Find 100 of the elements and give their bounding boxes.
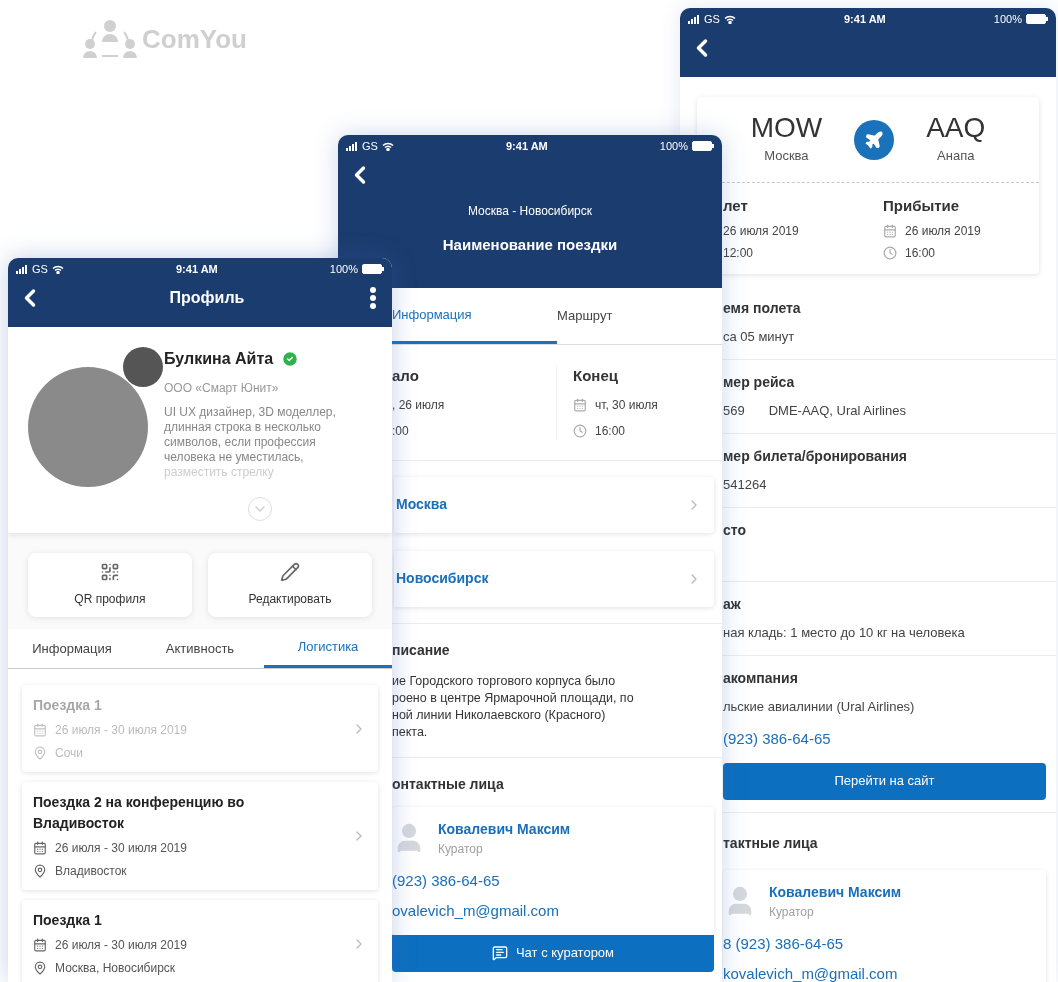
location-pin-icon — [33, 961, 47, 975]
section-value: DME-AAQ, Ural Airlines — [768, 401, 906, 420]
contact-name-link[interactable]: Ковалевич Максим — [438, 818, 571, 840]
battery-icon — [692, 141, 714, 151]
section-title: писание — [392, 640, 451, 660]
wifi-icon — [723, 14, 736, 24]
email-link[interactable]: kovalevich_m@gmail.com — [723, 963, 1046, 982]
people-logo-icon — [82, 18, 138, 60]
tab[interactable]: Маршрут — [557, 288, 722, 344]
screen-title: Наименование поездки — [441, 235, 619, 255]
wifi-icon — [51, 264, 64, 274]
battery-icon — [362, 264, 384, 274]
calendar-icon — [33, 723, 47, 737]
phone-link[interactable]: (923) 386-64-65 — [392, 869, 714, 892]
trip-dates: 26 июля - 30 июля 2019 — [55, 722, 187, 739]
trip-place: Владивосток — [55, 863, 127, 880]
trip-title: Поездка 1 — [33, 911, 103, 930]
section-title: мер рейса — [723, 372, 796, 392]
battery-percent: 100% — [659, 138, 688, 154]
departure-label: лет — [723, 196, 749, 216]
signal-icon — [346, 141, 358, 151]
section-title: емя полета — [723, 298, 802, 318]
edit-button[interactable]: Редактировать — [208, 553, 372, 617]
calendar-icon — [33, 841, 47, 855]
trip-card[interactable]: Поездка 1 26 июля - 30 июля 2019 Москва, Новосибирск — [22, 900, 378, 982]
arrival-time: 16:00 — [905, 244, 936, 262]
signal-icon — [16, 264, 28, 274]
website-button[interactable]: Перейти на сайт — [723, 762, 1046, 800]
departure-time: 12:00 — [723, 244, 755, 262]
plane-icon — [854, 119, 895, 160]
section-title: онтактные лица — [392, 774, 505, 794]
arrival-label: Прибытие — [883, 196, 961, 216]
trip-dates: 26 июля - 30 июля 2019 — [55, 840, 187, 857]
airport-code: AAQ — [926, 113, 986, 142]
carrier-text: GS — [704, 11, 720, 27]
trip-title: Поездка 1 — [33, 696, 103, 715]
end-date: чт, 30 июля — [595, 396, 658, 414]
tab[interactable]: Активность — [136, 629, 264, 668]
wifi-icon — [381, 141, 394, 151]
start-date: , 26 июля — [392, 396, 446, 414]
company-name: ООО «Смарт Юнит» — [164, 380, 280, 397]
section-value: ная кладь: 1 место до 10 кг на человека — [723, 623, 965, 642]
city-name: Москва — [764, 146, 809, 165]
battery-icon — [1026, 14, 1048, 24]
qr-code-icon — [100, 562, 120, 582]
qr-profile-button[interactable]: QR профиля — [28, 553, 192, 617]
end-time: 16:00 — [595, 422, 626, 440]
chat-button[interactable]: Чат с куратором — [392, 934, 714, 972]
section-value: льские авиалинии (Ural Airlines) — [723, 697, 915, 716]
clock-time: 9:41 AM — [176, 261, 218, 277]
description-text: ие Городского торгового корпуса было роено в центре Ярмарочной площади, по ной линии Николаевского (Красного) пекта. — [392, 672, 635, 741]
pencil-icon — [280, 562, 300, 582]
section-title: аж — [723, 594, 742, 614]
more-icon — [370, 287, 376, 309]
clock-icon — [573, 423, 587, 438]
contact-role: Куратор — [438, 840, 484, 858]
carrier-text: GS — [32, 261, 48, 277]
phone-link[interactable]: (923) 386-64-65 — [723, 728, 1046, 751]
end-label: Конец — [573, 366, 619, 386]
trip-card[interactable]: Поездка 2 на конференцию во Владивосток 26 июля - 30 июля 2019 Владивосток — [22, 782, 378, 890]
section-title: сто — [723, 520, 747, 540]
city-name: Анапа — [937, 146, 975, 165]
phone-link[interactable]: 8 (923) 386-64-65 — [723, 932, 1046, 955]
profile-name: Булкина Айта — [164, 349, 274, 369]
trip-place: Москва, Новосибирск — [55, 960, 176, 977]
screen-title: Профиль — [169, 288, 245, 308]
calendar-icon — [33, 938, 47, 952]
route-subtitle: Москва - Новосибирск — [466, 203, 594, 220]
place-item[interactable]: Новосибирск — [394, 550, 714, 607]
bio-text: UI UX дизайнер, 3D моделлер, длинная строка в несколько символов, если профессия человека не уместилась, — [164, 405, 337, 465]
section-value: 541264 — [723, 475, 767, 494]
more-menu-button[interactable] — [370, 287, 376, 309]
chat-icon — [491, 945, 508, 961]
place-item[interactable]: Москва — [394, 476, 714, 533]
trip-dates: 26 июля - 30 июля 2019 — [55, 937, 187, 954]
calendar-icon — [573, 397, 587, 412]
location-pin-icon — [33, 864, 47, 878]
contact-name-link[interactable]: Ковалевич Максим — [769, 881, 902, 903]
location-pin-icon — [33, 746, 47, 760]
start-label: ало — [392, 366, 420, 386]
section-value: са 05 минут — [723, 327, 795, 346]
clock-time: 9:41 AM — [844, 11, 886, 27]
email-link[interactable]: ovalevich_m@gmail.com — [392, 900, 714, 923]
clock-time: 9:41 AM — [506, 138, 548, 154]
clock-icon — [883, 245, 897, 260]
signal-icon — [688, 14, 700, 24]
contact-role: Куратор — [769, 903, 815, 921]
arrival-date: 26 июля 2019 — [905, 222, 981, 240]
trip-title: Поездка 2 на конференцию во Владивосток — [33, 793, 246, 833]
carrier-text: GS — [362, 138, 378, 154]
battery-percent: 100% — [993, 11, 1022, 27]
section-title: акомпания — [723, 668, 799, 688]
airport-code: MOW — [750, 113, 823, 142]
section-title: мер билета/бронирования — [723, 446, 909, 466]
trip-place: Сочи — [55, 745, 84, 762]
tab[interactable]: Информация — [8, 629, 136, 668]
calendar-icon — [883, 223, 897, 238]
departure-date: 26 июля 2019 — [723, 222, 800, 240]
start-time: :00 — [392, 422, 410, 440]
section-value: 569 — [723, 401, 745, 420]
